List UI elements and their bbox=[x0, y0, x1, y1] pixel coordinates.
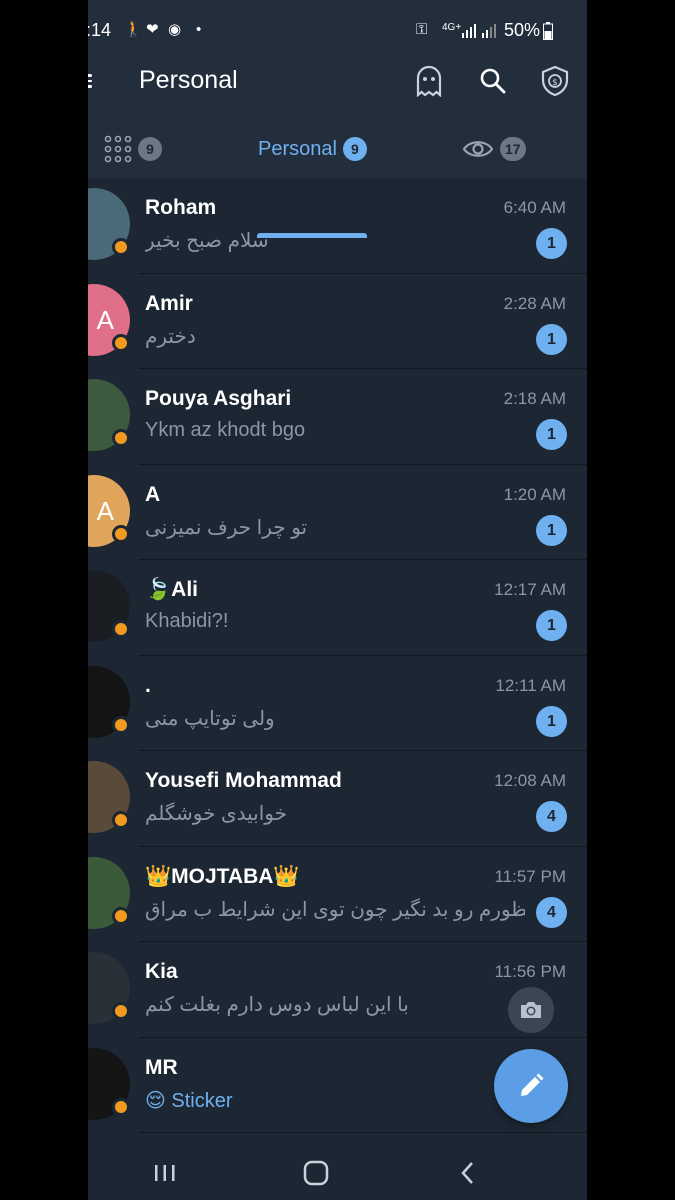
status-time: :14 bbox=[88, 20, 112, 40]
chat-time: 2:18 AM bbox=[503, 389, 566, 408]
tab-badge: 17 bbox=[500, 137, 526, 161]
chat-last-message: منظورم رو بد نگیر چون توی این شرایط ب مر… bbox=[145, 898, 525, 921]
tab-unread[interactable]: 17 bbox=[462, 132, 526, 166]
shield-icon[interactable]: $ bbox=[540, 65, 570, 97]
recent-apps-icon[interactable] bbox=[150, 1159, 180, 1187]
chat-time: 11:56 PM bbox=[494, 962, 566, 981]
telegram-screen: :14 🚶 ❤ ◉ • ⚿ 4G+ 50% Personal $ 9 Perso… bbox=[88, 0, 587, 1200]
chat-row[interactable]: 👑MOJTABA👑 11:57 PM منظورم رو بد نگیر چون ت… bbox=[88, 847, 587, 942]
online-status-dot bbox=[112, 333, 130, 352]
unread-badge: 1 bbox=[536, 514, 567, 546]
chat-last-message: خوابیدی خوشگلم bbox=[145, 803, 287, 825]
chat-row[interactable]: A A 1:20 AM تو چرا حرف نمیزنی 1 bbox=[88, 465, 587, 560]
menu-icon[interactable] bbox=[88, 71, 96, 89]
system-nav-bar bbox=[88, 1145, 587, 1200]
chat-last-message: سلام صبح بخیر bbox=[145, 230, 269, 252]
chat-time: 2:28 AM bbox=[503, 293, 566, 313]
chat-name: Amir bbox=[145, 291, 193, 315]
chat-time: 12:17 AM bbox=[494, 580, 566, 599]
chat-time: 11:57 PM bbox=[494, 866, 566, 886]
chat-name: A bbox=[145, 482, 161, 506]
chat-name: Roham bbox=[145, 196, 217, 219]
camera-button[interactable] bbox=[508, 987, 554, 1033]
tab-badge: 9 bbox=[138, 137, 162, 161]
battery-percent: 50% bbox=[504, 20, 541, 40]
tab-badge: 9 bbox=[342, 137, 367, 161]
notification-dot-icon: • bbox=[196, 21, 202, 38]
online-status-dot bbox=[112, 1002, 130, 1020]
chat-last-message: ولی توتایپ منی bbox=[145, 707, 275, 730]
unread-badge: 1 bbox=[536, 323, 567, 355]
chat-name: Yousefi Mohammad bbox=[145, 769, 342, 792]
folder-tabs: 9 Personal 9 17 bbox=[88, 122, 587, 238]
online-status-dot bbox=[112, 238, 130, 256]
chat-name: 🍃Ali bbox=[145, 578, 198, 601]
page-title: Personal bbox=[139, 66, 238, 94]
chat-row[interactable]: 🍃Ali 12:17 AM Khabidi?! 1 bbox=[88, 560, 587, 656]
chat-time: 12:08 AM bbox=[494, 771, 566, 790]
chat-last-message: Ykm az khodt bgo bbox=[145, 419, 306, 441]
chat-name: . bbox=[145, 673, 151, 697]
walking-icon: 🚶 bbox=[124, 21, 143, 38]
chat-row[interactable]: Yousefi Mohammad 12:08 AM خوابیدی خوشگلم 4 bbox=[88, 751, 587, 847]
status-bar: :14 🚶 ❤ ◉ • ⚿ 4G+ 50% bbox=[88, 0, 587, 60]
tab-personal[interactable]: Personal 9 bbox=[258, 132, 367, 166]
chat-name: 👑MOJTABA👑 bbox=[145, 864, 300, 888]
key-icon: ⚿ bbox=[416, 21, 428, 38]
app-header: Personal $ 9 Personal 9 17 bbox=[88, 60, 587, 238]
heart-app-icon: ❤ bbox=[146, 21, 159, 38]
chat-time: 1:20 AM bbox=[503, 484, 566, 504]
chat-last-message: تو چرا حرف نمیزنی bbox=[145, 516, 308, 539]
chat-name: Pouya Asghari bbox=[145, 387, 292, 410]
online-status-dot bbox=[112, 429, 130, 447]
camera-icon bbox=[521, 1002, 541, 1018]
pencil-icon bbox=[521, 1073, 544, 1096]
unread-badge: 1 bbox=[536, 610, 567, 641]
battery-icon bbox=[543, 22, 553, 40]
unread-badge: 1 bbox=[536, 705, 567, 737]
signal-icon bbox=[462, 24, 496, 38]
svg-text:$: $ bbox=[552, 78, 558, 88]
chat-last-message: دخترم bbox=[145, 325, 196, 348]
tab-all-chats[interactable]: 9 bbox=[104, 132, 162, 166]
chat-time: 6:40 AM bbox=[503, 198, 566, 217]
chat-time: 12:11 AM bbox=[495, 675, 566, 695]
app-notification-icon: ◉ bbox=[168, 21, 182, 38]
chat-row[interactable]: . 12:11 AM ولی توتایپ منی 1 bbox=[88, 656, 587, 751]
online-status-dot bbox=[112, 811, 130, 829]
chat-row[interactable]: Roham 6:40 AM سلام صبح بخیر 1 bbox=[88, 178, 587, 274]
eye-icon bbox=[462, 141, 494, 157]
chat-last-message: Khabidi?! bbox=[145, 610, 229, 632]
unread-badge: 4 bbox=[536, 896, 567, 928]
tab-label: Personal bbox=[258, 137, 337, 160]
chat-row[interactable]: Pouya Asghari 2:18 AM Ykm az khodt bgo 1 bbox=[88, 369, 587, 465]
chat-name: MR bbox=[145, 1055, 178, 1079]
chat-row[interactable]: A Amir 2:28 AM دخترم 1 bbox=[88, 274, 587, 369]
chat-list: Roham 6:40 AM سلام صبح بخیر 1 A Amir 2:28 AM دخ… bbox=[88, 178, 587, 1133]
home-icon[interactable] bbox=[301, 1159, 331, 1187]
unread-badge: 4 bbox=[536, 801, 567, 832]
compose-button[interactable] bbox=[494, 1049, 568, 1123]
ghost-icon[interactable] bbox=[414, 65, 444, 97]
online-status-dot bbox=[112, 906, 130, 925]
back-icon[interactable] bbox=[453, 1159, 483, 1187]
network-type: 4G+ bbox=[442, 22, 462, 33]
online-status-dot bbox=[112, 715, 130, 734]
chat-name: Kia bbox=[145, 960, 178, 983]
grid-icon bbox=[104, 135, 132, 163]
chat-last-message: 😌 Sticker bbox=[145, 1089, 233, 1112]
unread-badge: 1 bbox=[536, 228, 567, 259]
online-status-dot bbox=[112, 1097, 130, 1116]
search-icon[interactable] bbox=[478, 65, 508, 97]
row-divider bbox=[139, 1132, 587, 1133]
online-status-dot bbox=[112, 524, 130, 543]
online-status-dot bbox=[112, 620, 130, 638]
chat-last-message: با این لباس دوس دارم بغلت کنم bbox=[145, 994, 409, 1016]
unread-badge: 1 bbox=[536, 419, 567, 450]
